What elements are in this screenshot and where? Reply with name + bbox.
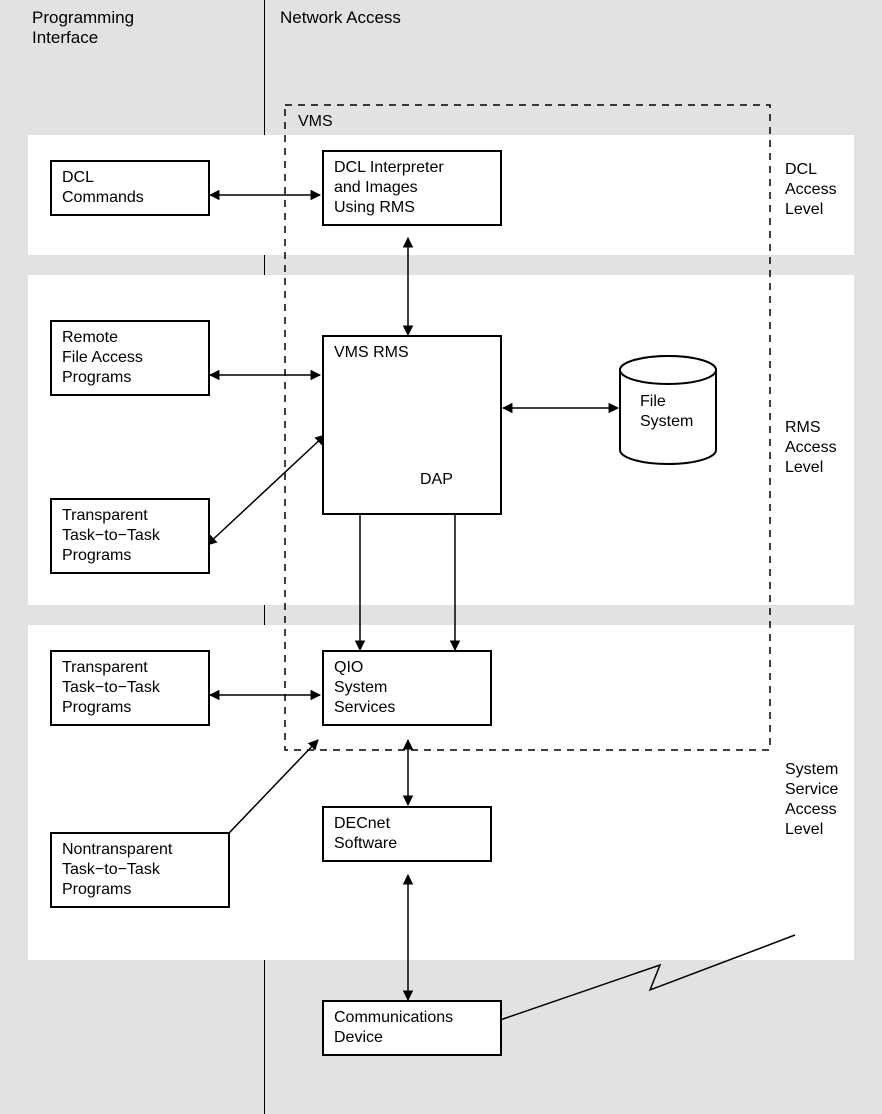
text-nontransparent-t2t: Nontransparent Task−to−Task Programs: [62, 841, 172, 898]
label-dcl-level: DCL Access Level: [785, 160, 837, 220]
text-remote-file-access: Remote File Access Programs: [62, 329, 143, 386]
label-sys-level: System Service Access Level: [785, 760, 838, 840]
text-qio: QIO System Services: [334, 659, 395, 716]
box-dcl-interpreter: DCL Interpreter and Images Using RMS: [322, 150, 502, 226]
box-nontransparent-t2t: Nontransparent Task−to−Task Programs: [50, 832, 230, 908]
text-decnet: DECnet Software: [334, 815, 397, 852]
box-vms-rms: VMS RMS: [322, 335, 502, 515]
box-qio: QIO System Services: [322, 650, 492, 726]
box-communications-device: Communications Device: [322, 1000, 502, 1056]
text-transparent-t2t-rms: Transparent Task−to−Task Programs: [62, 507, 160, 564]
header-network-access: Network Access: [280, 8, 401, 28]
box-transparent-t2t-rms: Transparent Task−to−Task Programs: [50, 498, 210, 574]
text-vms-rms: VMS RMS: [334, 344, 409, 361]
box-remote-file-access: Remote File Access Programs: [50, 320, 210, 396]
text-communications-device: Communications Device: [334, 1009, 453, 1046]
box-dcl-commands: DCL Commands: [50, 160, 210, 216]
header-programming-interface: Programming Interface: [32, 8, 134, 48]
vms-label: VMS: [298, 112, 333, 132]
label-file-system: File System: [640, 392, 693, 432]
text-dcl-interpreter: DCL Interpreter and Images Using RMS: [334, 159, 444, 216]
text-dcl-commands: DCL Commands: [62, 169, 144, 206]
text-transparent-t2t-sys: Transparent Task−to−Task Programs: [62, 659, 160, 716]
label-dap: DAP: [420, 470, 453, 490]
box-decnet: DECnet Software: [322, 806, 492, 862]
box-transparent-t2t-sys: Transparent Task−to−Task Programs: [50, 650, 210, 726]
label-rms-level: RMS Access Level: [785, 418, 837, 478]
diagram-canvas: Programming Interface Network Access: [0, 0, 882, 1114]
